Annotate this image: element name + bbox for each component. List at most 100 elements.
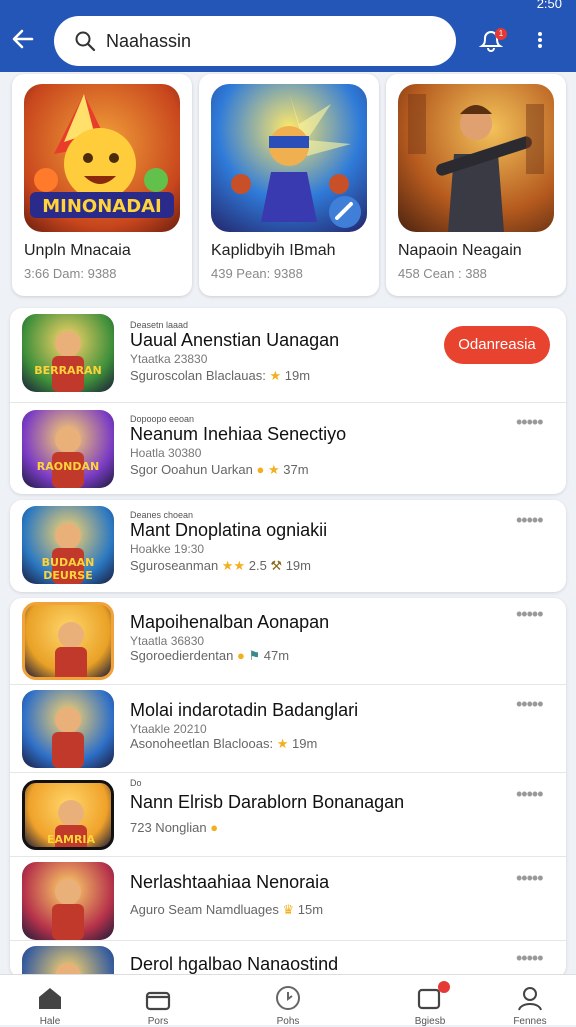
character-body (55, 647, 87, 677)
back-arrow-icon[interactable] (10, 26, 36, 52)
publisher-label: Deanes choean (130, 510, 194, 520)
game-thumbnail (398, 84, 554, 232)
top-app-bar: 2:50 Naahassin 1 (0, 0, 576, 72)
install-button[interactable]: Odanreasia (444, 326, 550, 364)
list-item[interactable]: Mapoihenalban Aonapan Ytaatla 36830 Sgor… (10, 598, 566, 684)
app-info: Sgoroedierdentan (130, 648, 234, 663)
app-subtitle: Ytaakle 20210 (130, 722, 207, 736)
list-item[interactable]: BUDAAN DEURSE Deanes choean Mant Dnoplat… (10, 500, 566, 592)
publisher-label: Dopoopo eeoan (130, 414, 195, 424)
results-group-2: BUDAAN DEURSE Deanes choean Mant Dnoplat… (10, 500, 566, 592)
bottom-navigation: Hale Pors Pohs Bgiesb Fennes (0, 974, 576, 1027)
game-thumbnail (211, 84, 367, 232)
nav-label: Bgiesb (414, 1016, 446, 1027)
app-icon (22, 602, 114, 680)
emoji-icon: ● (210, 820, 219, 835)
list-item[interactable]: Derol hgalbao Nanaostind ••••• (10, 940, 566, 978)
character-head (58, 800, 84, 826)
featured-title: Unpln Mnacaia (24, 242, 131, 259)
notification-badge: 1 (495, 28, 507, 40)
app-name: Derol hgalbao Nanaostind (130, 954, 339, 974)
app-artwork (52, 879, 84, 940)
list-item[interactable]: BERRARAN Deasetn laaad Uaual Anenstian U… (10, 308, 566, 402)
rating-text: 37m (283, 462, 309, 477)
more-dots-icon[interactable]: ••••• (516, 604, 543, 625)
app-name: Mapoihenalban Aonapan (130, 612, 330, 632)
search-field[interactable]: Naahassin (54, 16, 456, 66)
nav-home[interactable]: Hale (10, 975, 90, 1027)
character-head (55, 879, 81, 905)
app-logo-text: BERRARAN (34, 364, 102, 377)
app-artwork (55, 622, 87, 677)
character-head (55, 427, 81, 453)
more-dots-icon[interactable]: ••••• (516, 412, 543, 433)
star-icon: ★ (267, 462, 280, 477)
app-subtitle: Hoatla 30380 (130, 446, 202, 460)
more-dots-icon[interactable]: ••••• (516, 784, 543, 805)
notifications-icon[interactable]: 1 (478, 28, 507, 57)
list-item[interactable]: Nerlashtaahiaa Nenoraia Aguro Seam Namdl… (10, 856, 566, 940)
nav-label: Pohs (276, 1016, 300, 1027)
more-dots-icon[interactable]: ••••• (516, 868, 543, 889)
store-icon (145, 991, 171, 1011)
home-icon (39, 988, 61, 1009)
person-icon (518, 987, 542, 1011)
featured-meta: 439 Pean: 9388 (211, 266, 303, 281)
app-info: Aguro Seam Namdluages (130, 902, 279, 917)
nav-notifications[interactable]: Bgiesb (390, 975, 470, 1027)
featured-card-3[interactable]: Napaoin Neagain 458 Cean : 388 (386, 74, 566, 296)
app-subtitle: Ytaatka 23830 (130, 352, 208, 366)
app-artwork (52, 707, 84, 768)
more-options-icon[interactable] (536, 30, 544, 55)
app-artwork (52, 331, 84, 392)
rating-text: 15m (297, 902, 324, 917)
search-query-text[interactable]: Naahassin (106, 31, 191, 52)
game-thumbnail: MINONADAI (24, 84, 180, 232)
featured-card-1[interactable]: MINONADAI Unpln Mnacaia 3:66 Dam: 9388 (12, 74, 192, 296)
nav-profile[interactable]: Fennes (490, 975, 570, 1027)
more-dots-icon[interactable]: ••••• (516, 694, 543, 715)
nav-discover[interactable]: Pohs (248, 975, 328, 1027)
app-logo-text: RAONDAN (36, 460, 100, 473)
app-info: Sguroscolan Blaclauas: (130, 368, 266, 383)
status-bar-time: 2:50 (536, 0, 562, 11)
rating-text: 19m (292, 736, 318, 751)
app-logo-text: EAMRIA RAMIKHIK (40, 833, 102, 847)
character-body (52, 904, 84, 940)
app-icon: RAONDAN (22, 410, 114, 488)
featured-meta: 458 Cean : 388 (398, 266, 487, 281)
star-icon: ★ (276, 736, 289, 751)
app-artwork (52, 427, 84, 488)
nav-label: Pors (147, 1016, 169, 1027)
more-dots-icon[interactable]: ••••• (516, 510, 543, 531)
star-icon: ★ (269, 368, 282, 383)
character-head (58, 622, 84, 648)
results-group-3: Mapoihenalban Aonapan Ytaatla 36830 Sgor… (10, 598, 566, 978)
list-item[interactable]: Molai indarotadin Badanglari Ytaakle 202… (10, 684, 566, 772)
rating-text: 19m (284, 368, 311, 383)
app-logo-text: BUDAAN DEURSE (41, 556, 95, 582)
hammer-icon: ⚒ (270, 558, 283, 573)
search-icon (74, 30, 96, 57)
featured-card-2[interactable]: Kaplidbyih IBmah 439 Pean: 9388 (199, 74, 379, 296)
list-item[interactable]: EAMRIA RAMIKHIK Do Nann Elrisb Darablorn… (10, 772, 566, 856)
featured-title: Kaplidbyih IBmah (211, 242, 336, 259)
character-head (55, 707, 81, 733)
compass-icon (276, 986, 300, 1010)
nav-badge-dot (438, 981, 450, 993)
app-icon (22, 862, 114, 940)
character-head (55, 331, 81, 357)
app-name: Uaual Anenstian Uanagan (130, 330, 340, 350)
publisher-label: Deasetn laaad (130, 320, 189, 330)
app-icon: BERRARAN (22, 314, 114, 392)
character-head (55, 523, 81, 549)
more-dots-icon[interactable]: ••••• (516, 948, 543, 969)
emoji-icon: ● (236, 648, 245, 663)
results-group-1: BERRARAN Deasetn laaad Uaual Anenstian U… (10, 308, 566, 494)
app-info: Sguroseanman (130, 558, 219, 573)
featured-meta: 3:66 Dam: 9388 (24, 266, 117, 281)
list-item[interactable]: RAONDAN Dopoopo eeoan Neanum Inehiaa Sen… (10, 402, 566, 494)
app-info: 723 Nonglian (130, 820, 207, 835)
app-name: Mant Dnoplatina ogniakii (130, 520, 328, 540)
nav-store[interactable]: Pors (118, 975, 198, 1027)
